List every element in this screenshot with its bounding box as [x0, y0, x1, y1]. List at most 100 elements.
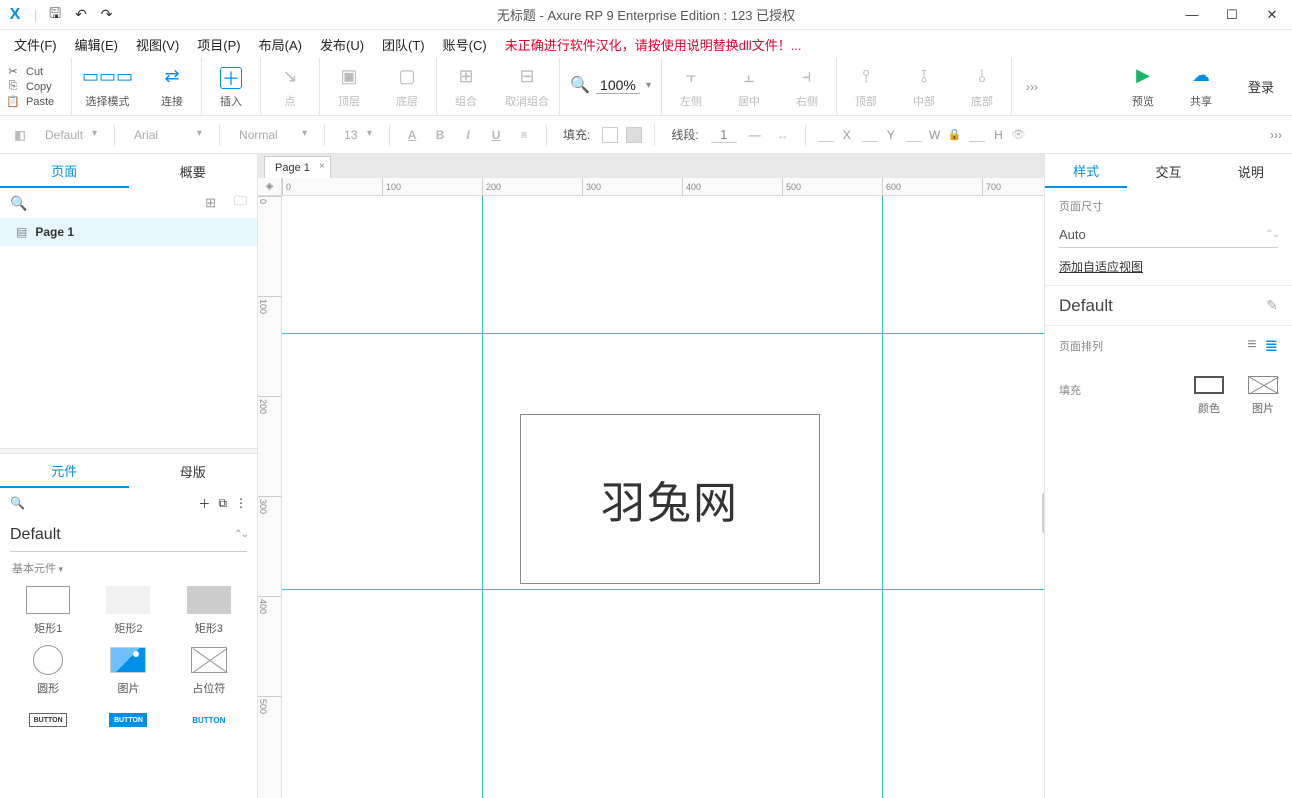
copy-button[interactable]: ⎘Copy: [6, 80, 65, 93]
close-button[interactable]: ✕: [1252, 7, 1292, 23]
tab-widgets[interactable]: 元件: [0, 454, 129, 488]
fill-swatch[interactable]: [602, 127, 618, 143]
maximize-button[interactable]: ☐: [1212, 7, 1252, 23]
menu-file[interactable]: 文件(F): [14, 35, 57, 54]
underline-icon[interactable]: U: [486, 128, 506, 142]
scrollbar-thumb[interactable]: [1042, 492, 1044, 534]
guideline-v[interactable]: [482, 196, 483, 798]
menu-edit[interactable]: 编辑(E): [75, 35, 118, 54]
align-top-button[interactable]: ⫯顶部: [847, 63, 885, 109]
align-right-button[interactable]: ⫞右侧: [788, 63, 826, 109]
insert-button[interactable]: ＋ 插入: [212, 67, 250, 109]
zoom-value[interactable]: 100%: [596, 77, 640, 94]
search-icon[interactable]: 🔍: [10, 195, 27, 212]
send-back-button[interactable]: ▢ 底层: [388, 63, 426, 109]
widget-button3[interactable]: BUTTON: [171, 706, 247, 734]
library-dropdown[interactable]: Default: [10, 518, 247, 552]
formatbar-overflow[interactable]: ›››: [1270, 128, 1282, 142]
canvas-shape[interactable]: 羽兔网: [520, 414, 820, 584]
line-arrow-icon[interactable]: ↔: [773, 128, 793, 142]
visibility-icon[interactable]: 👁: [1011, 128, 1025, 141]
close-icon[interactable]: ×: [319, 161, 325, 172]
widget-placeholder[interactable]: 占位符: [171, 646, 247, 696]
style-icon[interactable]: ◧: [10, 128, 30, 142]
align-center-option[interactable]: ≣: [1265, 336, 1278, 356]
bring-front-button[interactable]: ▣ 顶层: [330, 63, 368, 109]
tab-outline[interactable]: 概要: [129, 154, 258, 188]
zoom-control[interactable]: 🔍 100% ▾: [570, 61, 651, 109]
ruler-horizontal[interactable]: ◈ 0 100 200 300 400 500 600 700: [258, 178, 1044, 196]
point-button[interactable]: ↘ 点: [271, 63, 309, 109]
canvas[interactable]: 羽兔网: [282, 196, 1044, 798]
menu-team[interactable]: 团队(T): [382, 35, 425, 54]
search-icon[interactable]: 🔍: [10, 496, 25, 510]
layers-icon[interactable]: ⧉: [218, 496, 227, 511]
add-icon[interactable]: ＋: [198, 495, 210, 512]
fill-image-option[interactable]: 图片: [1248, 376, 1278, 416]
preview-button[interactable]: ▶ 预览: [1124, 63, 1162, 109]
menu-publish[interactable]: 发布(U): [320, 35, 364, 54]
widget-rect2[interactable]: 矩形2: [90, 586, 166, 636]
widget-rect3[interactable]: 矩形3: [171, 586, 247, 636]
ungroup-button[interactable]: ⊟ 取消组合: [505, 63, 549, 109]
canvas-tab[interactable]: Page 1 ×: [264, 156, 331, 178]
widget-image[interactable]: 图片: [90, 646, 166, 696]
tab-pages[interactable]: 页面: [0, 154, 129, 188]
add-adaptive-link[interactable]: 添加自适应视图: [1059, 258, 1143, 275]
minimize-button[interactable]: —: [1172, 7, 1212, 23]
tab-masters[interactable]: 母版: [129, 454, 258, 488]
align-bot-button[interactable]: ⫰底部: [963, 63, 1001, 109]
redo-icon[interactable]: ↷: [101, 6, 113, 23]
style-dropdown[interactable]: Default: [38, 124, 102, 146]
tab-style[interactable]: 样式: [1045, 154, 1127, 188]
guideline-h[interactable]: [282, 589, 1044, 590]
save-icon[interactable]: 🖫: [49, 3, 61, 27]
tab-interact[interactable]: 交互: [1127, 154, 1209, 188]
select-mode-button[interactable]: ▭▭▭ 选择模式: [82, 63, 133, 109]
align-mid-button[interactable]: ⫱中部: [905, 63, 943, 109]
add-page-icon[interactable]: ⊞: [205, 195, 216, 211]
paste-button[interactable]: 📋Paste: [6, 95, 65, 108]
align-center-button[interactable]: ⫠居中: [730, 63, 768, 109]
widget-button1[interactable]: BUTTON: [10, 706, 86, 734]
weight-dropdown[interactable]: Normal: [232, 124, 312, 146]
page-item[interactable]: ▤ Page 1: [0, 218, 257, 246]
italic-icon[interactable]: I: [458, 128, 478, 142]
dim-dropdown[interactable]: Auto: [1059, 222, 1278, 248]
menu-view[interactable]: 视图(V): [136, 35, 179, 54]
ruler-corner[interactable]: ◈: [258, 178, 282, 195]
toolbar-overflow[interactable]: ›››: [1012, 58, 1052, 115]
align-left-option[interactable]: ≡: [1247, 336, 1256, 356]
line-width-input[interactable]: [711, 127, 737, 143]
library-section[interactable]: 基本元件: [0, 552, 257, 580]
menu-arrange[interactable]: 布局(A): [259, 35, 302, 54]
guideline-v[interactable]: [882, 196, 883, 798]
color-icon[interactable]: A: [402, 128, 422, 142]
cut-button[interactable]: ✂Cut: [6, 65, 65, 78]
ruler-vertical[interactable]: 0 100 200 300 400 500: [258, 196, 282, 798]
group-button[interactable]: ⊞ 组合: [447, 63, 485, 109]
line-style-icon[interactable]: —: [745, 128, 765, 142]
widget-button2[interactable]: BUTTON: [90, 706, 166, 734]
menu-project[interactable]: 项目(P): [197, 35, 240, 54]
more-icon[interactable]: ⋮: [235, 496, 247, 510]
edit-icon[interactable]: ✎: [1266, 297, 1278, 314]
menu-account[interactable]: 账号(C): [443, 35, 487, 54]
login-button[interactable]: 登录: [1230, 77, 1292, 96]
undo-icon[interactable]: ↶: [75, 6, 87, 23]
share-button[interactable]: ☁ 共享: [1182, 63, 1220, 109]
fill-swatch-2[interactable]: [626, 127, 642, 143]
align-left-button[interactable]: ⫟左侧: [672, 63, 710, 109]
bold-icon[interactable]: B: [430, 128, 450, 142]
widget-rect1[interactable]: 矩形1: [10, 586, 86, 636]
list-icon[interactable]: ≡: [514, 128, 534, 142]
size-dropdown[interactable]: 13: [337, 124, 377, 146]
menu-warning[interactable]: 未正确进行软件汉化，请按使用说明替换dll文件！...: [505, 35, 802, 54]
widget-circle[interactable]: 圆形: [10, 646, 86, 696]
font-dropdown[interactable]: Arial: [127, 124, 207, 146]
tab-notes[interactable]: 说明: [1210, 154, 1292, 188]
lock-icon[interactable]: 🔒: [948, 128, 962, 141]
add-folder-icon[interactable]: 🗀: [234, 192, 247, 214]
connect-button[interactable]: ⇄ 连接: [153, 63, 191, 109]
guideline-h[interactable]: [282, 333, 1044, 334]
